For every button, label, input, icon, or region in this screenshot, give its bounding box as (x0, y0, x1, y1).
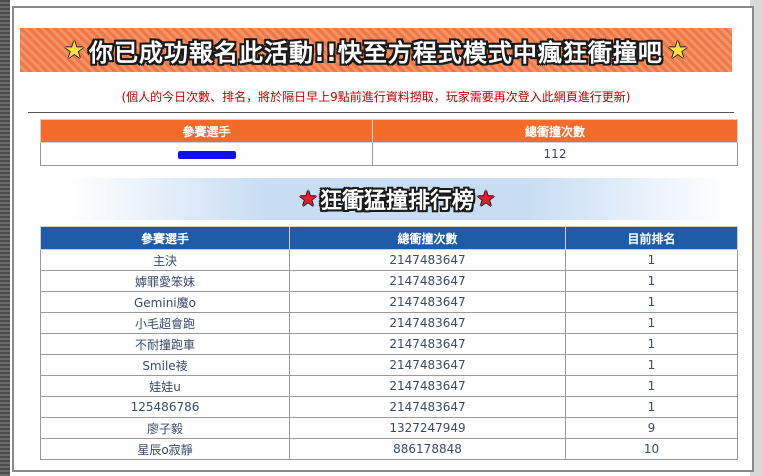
rank-cell: 1 (565, 312, 738, 334)
rank-cell: 1 (565, 270, 738, 292)
player-cell: 娃娃u (40, 375, 290, 397)
count-cell: 1327247949 (289, 417, 566, 439)
table-row: 娃娃u 2147483647 1 (40, 375, 738, 397)
count-cell: 2147483647 (289, 249, 566, 271)
signup-success-banner: ★ 你已成功報名此活動!!快至方程式模式中瘋狂衝撞吧 ★ (20, 28, 732, 72)
count-cell: 2147483647 (289, 333, 566, 355)
update-notice: (個人的今日次數、排名，將於隔日早上9點前進行資料撈取，玩家需要再次登入此網頁進… (121, 90, 631, 104)
redacted-player-name (177, 150, 236, 159)
player-cell: 小毛超會跑 (40, 312, 290, 334)
ranking-table: 參賽選手 總衝撞次數 目前排名 主決 2147483647 1 嫭罪愛笨妹 21… (40, 226, 738, 460)
column-header-rank: 目前排名 (565, 226, 738, 250)
column-header-player: 參賽選手 (40, 226, 290, 250)
rank-cell: 1 (565, 333, 738, 355)
count-cell: 2147483647 (289, 291, 566, 313)
table-row: 小毛超會跑 2147483647 1 (40, 312, 738, 334)
count-cell: 2147483647 (289, 375, 566, 397)
rank-cell: 10 (565, 438, 738, 460)
rank-cell: 1 (565, 354, 738, 376)
table-row: 不耐撞跑車 2147483647 1 (40, 333, 738, 355)
personal-stats-table: 參賽選手 總衝撞次數 112 (40, 119, 738, 166)
divider (28, 112, 734, 113)
player-cell: Smile祾 (40, 354, 290, 376)
table-row: Smile祾 2147483647 1 (40, 354, 738, 376)
count-cell: 2147483647 (289, 396, 566, 418)
count-cell: 2147483647 (289, 270, 566, 292)
table-row: Gemini魔o 2147483647 1 (40, 291, 738, 313)
banner-title: 你已成功報名此活動!!快至方程式模式中瘋狂衝撞吧 (89, 38, 663, 67)
column-header-count: 總衝撞次數 (289, 226, 566, 250)
star-icon: ★ (666, 36, 689, 64)
left-scroll-edge (0, 0, 10, 476)
rank-cell: 1 (565, 375, 738, 397)
player-cell: 主決 (40, 249, 290, 271)
star-icon: ★ (63, 36, 86, 64)
star-icon: ★ (476, 186, 496, 212)
count-cell: 2147483647 (289, 312, 566, 334)
player-cell: Gemini魔o (40, 291, 290, 313)
table-row: 廖子毅 1327247949 9 (40, 417, 738, 439)
rank-cell: 1 (565, 249, 738, 271)
player-cell: 星辰o寂靜 (40, 438, 290, 460)
star-icon: ★ (298, 186, 318, 212)
personal-count-cell: 112 (372, 142, 738, 166)
player-cell: 廖子毅 (40, 417, 290, 439)
rank-cell: 9 (565, 417, 738, 439)
column-header-player: 參賽選手 (40, 119, 373, 143)
column-header-count: 總衝撞次數 (372, 119, 738, 143)
table-row: 主決 2147483647 1 (40, 249, 738, 271)
personal-player-cell (40, 142, 373, 166)
rank-cell: 1 (565, 291, 738, 313)
count-cell: 886178848 (289, 438, 566, 460)
player-cell: 125486786 (40, 396, 290, 418)
table-row: 嫭罪愛笨妹 2147483647 1 (40, 270, 738, 292)
player-cell: 不耐撞跑車 (40, 333, 290, 355)
ranking-title: 狂衝猛撞排行榜 (319, 189, 474, 214)
rank-cell: 1 (565, 396, 738, 418)
table-row: 125486786 2147483647 1 (40, 396, 738, 418)
player-cell: 嫭罪愛笨妹 (40, 270, 290, 292)
ranking-banner: ★ 狂衝猛撞排行榜 ★ (70, 178, 724, 220)
table-row: 星辰o寂靜 886178848 10 (40, 438, 738, 460)
count-cell: 2147483647 (289, 354, 566, 376)
